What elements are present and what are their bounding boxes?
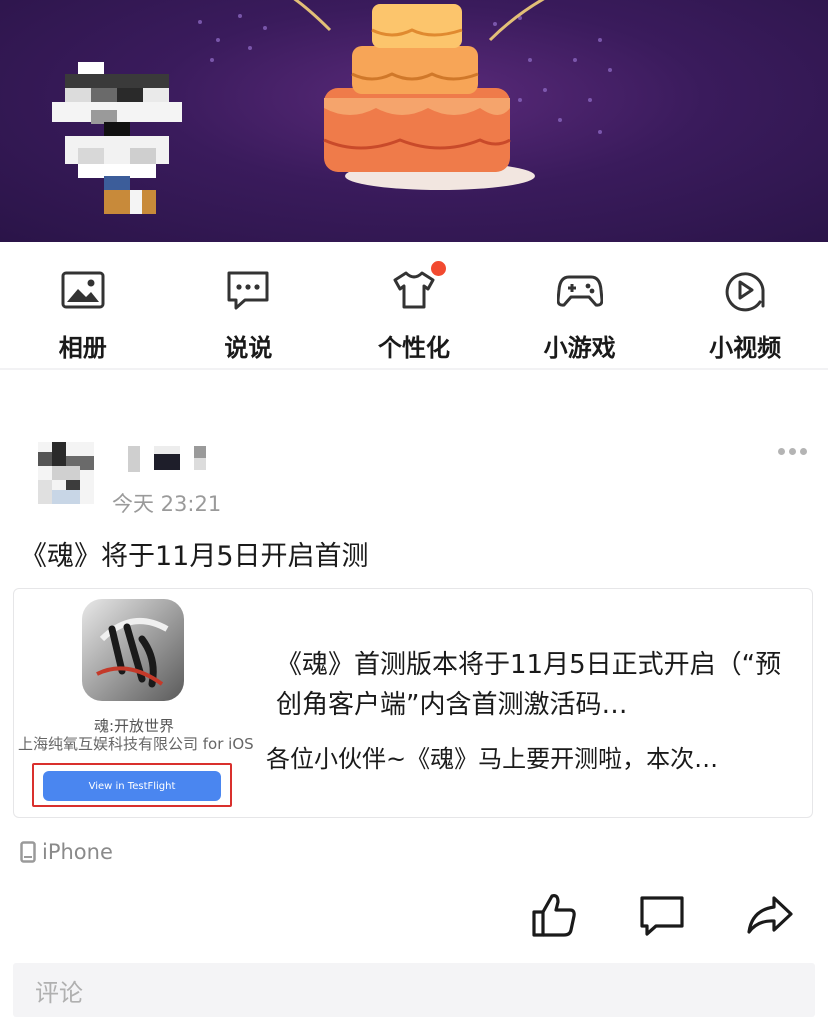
card-thumbnail: 魂:开放世界 上海纯氧互娱科技有限公司 for iOS View in Test… [16, 591, 256, 815]
comment-icon [640, 896, 684, 936]
birthday-cake-decoration [323, 4, 535, 190]
like-button[interactable] [530, 890, 578, 940]
nav-item-personalize[interactable]: 个性化 [331, 242, 496, 363]
app-company: 上海纯氧互娱科技有限公司 for iOS [18, 735, 254, 753]
user-avatar-pixelated[interactable] [52, 62, 182, 214]
comment-input[interactable]: 评论 [13, 963, 815, 1017]
share-arrow-icon [747, 896, 793, 934]
post-timestamp: 今天 23:21 [112, 492, 222, 516]
photo-album-icon [61, 271, 105, 309]
tshirt-icon [393, 271, 435, 309]
post-device: iPhone [20, 840, 113, 864]
view-in-testflight-button[interactable]: View in TestFlight [43, 771, 221, 801]
nav-label: 说说 [224, 334, 273, 362]
highlight-frame: View in TestFlight [32, 763, 232, 807]
thumbs-up-icon [532, 894, 576, 937]
more-dot [789, 447, 796, 455]
post-text: 《魂》将于11月5日开启首测 [20, 541, 369, 572]
nav-label: 小视频 [709, 334, 782, 362]
chat-bubble-icon [227, 271, 269, 310]
device-label: iPhone [42, 840, 113, 864]
gamepad-icon [556, 275, 603, 307]
nav-label: 小游戏 [543, 334, 616, 362]
profile-cover-banner[interactable] [0, 0, 828, 242]
phone-icon [20, 841, 36, 863]
nav-item-videos[interactable]: 小视频 [663, 242, 828, 363]
comment-button[interactable] [638, 890, 686, 940]
nav-item-album[interactable]: 相册 [0, 242, 165, 363]
post-actions [0, 890, 828, 944]
quick-nav-bar: 相册 说说 个性化 小游戏 小视频 [0, 242, 828, 370]
card-title: 《魂》首测版本将于11月5日正式开启（“预创角客户端”内含首测激活码… [276, 650, 782, 720]
share-button[interactable] [746, 890, 794, 940]
nav-item-minigames[interactable]: 小游戏 [497, 242, 662, 363]
comment-placeholder: 评论 [35, 978, 83, 1007]
notification-badge [429, 259, 449, 278]
more-dot [778, 447, 785, 455]
nav-label: 相册 [58, 334, 107, 362]
post-author-name-pixelated[interactable] [128, 446, 208, 472]
card-description: 各位小伙伴~《魂》马上要开测啦，本次… [266, 745, 719, 773]
post-author-avatar[interactable] [38, 442, 94, 504]
nav-label: 个性化 [377, 334, 450, 362]
video-play-icon [725, 272, 765, 312]
nav-item-moments[interactable]: 说说 [166, 242, 331, 363]
more-dot [800, 447, 807, 455]
app-icon [82, 599, 184, 701]
shared-link-card[interactable]: 魂:开放世界 上海纯氧互娱科技有限公司 for iOS View in Test… [13, 588, 813, 818]
more-options-button[interactable] [778, 440, 814, 462]
